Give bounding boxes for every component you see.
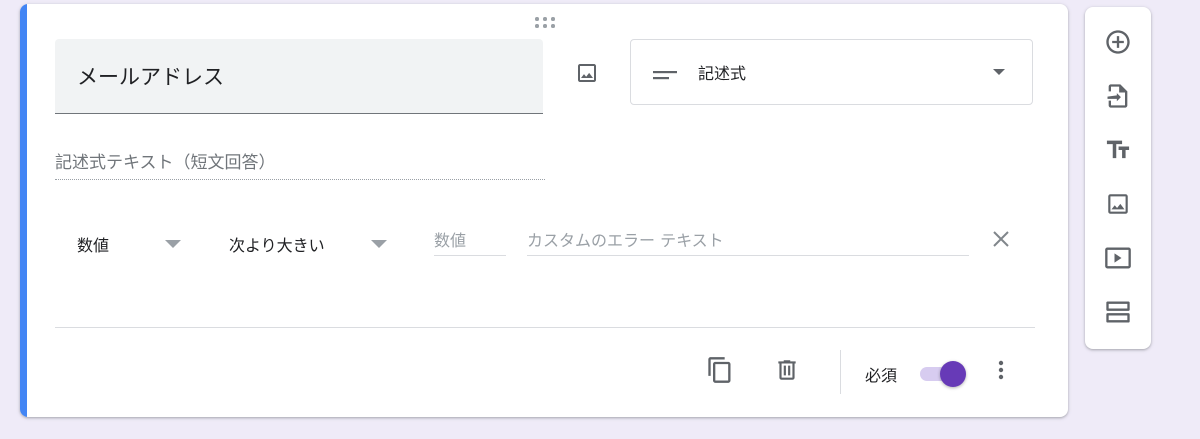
add-image-sidebar-button[interactable] — [1098, 184, 1138, 224]
trash-icon — [778, 360, 796, 380]
add-video-button[interactable] — [1098, 238, 1138, 278]
drag-handle-icon[interactable] — [534, 16, 556, 30]
question-title-field[interactable] — [55, 39, 543, 114]
validation-condition-label: 次より大きい — [229, 236, 325, 255]
toggle-thumb — [940, 361, 966, 387]
dropdown-arrow-icon — [165, 240, 181, 248]
required-label: 必須 — [865, 366, 898, 385]
video-icon — [1105, 247, 1131, 269]
title-icon — [1106, 140, 1130, 159]
image-icon — [1108, 194, 1128, 214]
image-icon — [578, 64, 596, 82]
close-icon — [993, 231, 1009, 247]
section-icon — [1106, 301, 1130, 323]
validation-type-dropdown[interactable]: 数値 — [77, 226, 187, 262]
dropdown-arrow-icon — [993, 69, 1005, 75]
dropdown-arrow-icon — [371, 240, 387, 248]
remove-validation-button[interactable] — [981, 219, 1021, 259]
delete-button[interactable] — [767, 350, 807, 390]
add-question-button[interactable] — [1098, 22, 1138, 62]
copy-icon — [708, 357, 731, 383]
custom-error-input[interactable] — [527, 226, 969, 256]
validation-condition-dropdown[interactable]: 次より大きい — [229, 226, 389, 262]
question-card[interactable]: 記述式 記述式テキスト（短文回答） 数値 次より大きい — [20, 4, 1068, 417]
validation-number-input[interactable] — [434, 226, 506, 256]
more-options-button[interactable] — [981, 350, 1021, 390]
question-title-input[interactable] — [77, 60, 517, 92]
required-toggle[interactable] — [918, 360, 970, 387]
short-answer-preview: 記述式テキスト（短文回答） — [55, 144, 545, 180]
add-image-button[interactable] — [567, 53, 607, 93]
more-vert-icon — [998, 360, 1004, 380]
import-questions-button[interactable] — [1098, 76, 1138, 116]
add-section-button[interactable] — [1098, 292, 1138, 332]
footer-vertical-divider — [840, 350, 841, 394]
validation-type-label: 数値 — [77, 236, 110, 255]
footer-divider — [55, 327, 1035, 328]
add-title-button[interactable] — [1098, 130, 1138, 170]
active-card-indicator — [20, 4, 27, 417]
import-icon — [1107, 84, 1128, 108]
duplicate-button[interactable] — [700, 350, 740, 390]
add-circle-icon — [1106, 30, 1130, 54]
question-type-label: 記述式 — [698, 64, 747, 83]
short-answer-icon — [653, 71, 677, 80]
short-answer-placeholder: 記述式テキスト（短文回答） — [55, 153, 276, 173]
side-toolbar — [1085, 7, 1151, 349]
question-type-select[interactable]: 記述式 — [630, 39, 1033, 105]
